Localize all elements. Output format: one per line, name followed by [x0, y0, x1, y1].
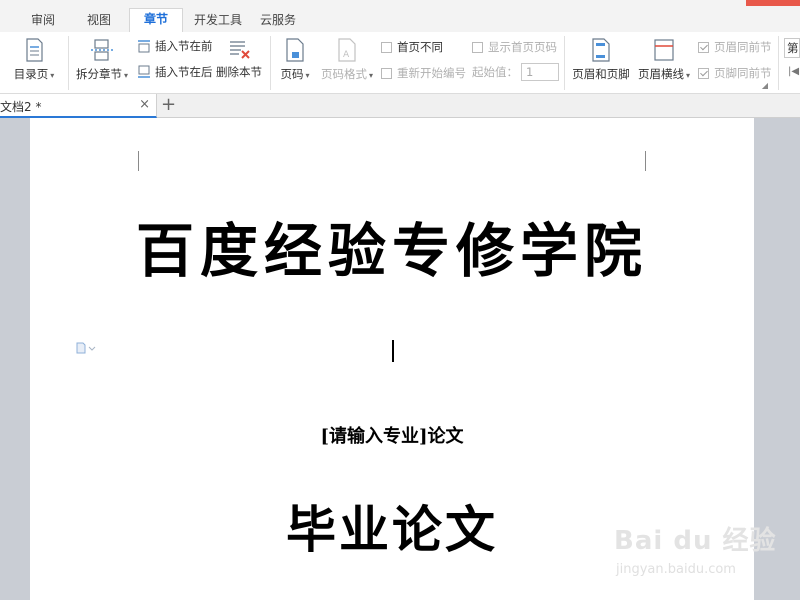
- text-cursor: [392, 340, 394, 362]
- divider: [270, 36, 271, 90]
- checkbox[interactable]: [698, 67, 709, 79]
- header-same-as-previous-label: 页眉同前节: [714, 40, 772, 54]
- header-line-label: 页眉横线: [637, 67, 684, 81]
- chevron-down-icon: ▾: [305, 71, 310, 80]
- page-number-button[interactable]: 页码 ▾: [274, 37, 316, 82]
- first-page-different-checkbox[interactable]: 首页不同: [381, 39, 443, 55]
- document-tab-bar: 文档2 * × +: [0, 94, 800, 118]
- restart-numbering-label: 重新开始编号: [397, 66, 466, 80]
- insert-section-after-button[interactable]: 插入节在后: [137, 64, 213, 80]
- show-first-page-number-label: 显示首页页码: [488, 40, 557, 54]
- header-line-button[interactable]: 页眉横线 ▾: [634, 37, 694, 82]
- split-section-label: 拆分章节: [75, 67, 122, 81]
- insert-section-before-label: 插入节在前: [155, 39, 213, 53]
- tab-cloud-service[interactable]: 云服务: [256, 10, 300, 32]
- section-navigation-label: 第: [787, 41, 799, 55]
- checkbox[interactable]: [698, 41, 709, 53]
- start-value-label: 起始值：: [472, 65, 518, 79]
- footer-same-as-previous-label: 页脚同前节: [714, 66, 772, 80]
- window-accent-strip: [746, 0, 800, 6]
- show-first-page-number-checkbox[interactable]: 显示首页页码: [472, 39, 557, 55]
- tab-developer[interactable]: 开发工具: [190, 10, 246, 32]
- first-page-different-label: 首页不同: [397, 40, 443, 54]
- divider: [68, 36, 69, 90]
- insert-section-before-button[interactable]: 插入节在前: [137, 38, 213, 54]
- tab-review[interactable]: 审阅: [18, 10, 68, 32]
- chevron-down-icon: ▾: [368, 71, 373, 80]
- section-navigation-field[interactable]: 第: [784, 38, 800, 58]
- header-same-as-previous-checkbox[interactable]: 页眉同前节: [698, 39, 772, 55]
- insert-section-before-icon: [138, 40, 150, 53]
- checkbox[interactable]: [381, 67, 392, 79]
- ribbon-tab-bar: 审阅 视图 章节 开发工具 云服务: [0, 0, 800, 32]
- checkbox[interactable]: [381, 41, 392, 53]
- chevron-down-icon: ▾: [123, 71, 128, 80]
- insert-section-after-icon: [138, 65, 150, 78]
- toc-page-button[interactable]: 目录页 ▾: [4, 37, 64, 82]
- footer-same-as-previous-checkbox[interactable]: 页脚同前节: [698, 65, 772, 81]
- page-number-format-icon: A: [338, 38, 356, 62]
- split-section-icon: [91, 39, 113, 61]
- divider: [778, 36, 779, 90]
- page-number-format-button[interactable]: A 页码格式 ▾: [318, 37, 376, 82]
- svg-text:A: A: [343, 50, 350, 60]
- tab-view[interactable]: 视图: [76, 10, 122, 32]
- watermark-url: jingyan.baidu.com: [616, 562, 736, 577]
- add-tab-icon[interactable]: +: [161, 94, 176, 115]
- document-tab-name: 文档2 *: [0, 100, 42, 114]
- page-number-format-label: 页码格式: [320, 67, 367, 81]
- page-number-icon: [286, 38, 304, 62]
- header-footer-button[interactable]: 页眉和页脚: [570, 37, 632, 82]
- tab-section[interactable]: 章节: [129, 8, 183, 32]
- watermark-logo-text: Bai du 经验: [614, 526, 777, 556]
- delete-section-icon: [230, 41, 250, 59]
- dialog-launcher-icon[interactable]: ◢: [762, 81, 768, 90]
- chevron-down-icon: ▾: [685, 71, 690, 80]
- header-footer-label: 页眉和页脚: [572, 67, 630, 81]
- chevron-down-icon: ▾: [50, 71, 55, 80]
- document-title: 百度经验专修学院: [135, 217, 648, 285]
- paragraph-layout-icon[interactable]: [76, 342, 96, 357]
- close-icon[interactable]: ×: [139, 97, 150, 112]
- ribbon-toolbar: 目录页 ▾ 拆分章节 ▾ 插入节在前 插入节在后 删除本节 页码 ▾ A 页码格…: [0, 32, 800, 94]
- delete-section-button[interactable]: 删除本节: [214, 37, 264, 80]
- header-footer-icon: [592, 38, 610, 62]
- divider: [564, 36, 565, 90]
- toc-page-label: 目录页: [13, 67, 49, 81]
- first-section-icon[interactable]: |◀: [788, 66, 799, 77]
- toc-page-icon: [26, 38, 43, 62]
- document-tab[interactable]: 文档2 * ×: [0, 94, 157, 118]
- page-number-label: 页码: [280, 67, 304, 81]
- margin-corner-mark: [645, 151, 646, 171]
- margin-corner-mark: [138, 151, 139, 171]
- restart-numbering-checkbox[interactable]: 重新开始编号: [381, 65, 466, 81]
- start-value-input[interactable]: 1: [521, 63, 559, 81]
- checkbox[interactable]: [472, 41, 483, 53]
- major-placeholder-subtitle[interactable]: [请输入专业]论文: [30, 422, 754, 448]
- baidu-jingyan-watermark: Bai du 经验 jingyan.baidu.com: [612, 520, 800, 600]
- document-icon: [76, 342, 96, 354]
- delete-section-label: 删除本节: [216, 65, 262, 79]
- insert-section-after-label: 插入节在后: [155, 65, 213, 79]
- header-line-icon: [654, 39, 674, 61]
- split-section-button[interactable]: 拆分章节 ▾: [73, 37, 131, 82]
- start-value-field: 起始值： 1: [472, 63, 559, 81]
